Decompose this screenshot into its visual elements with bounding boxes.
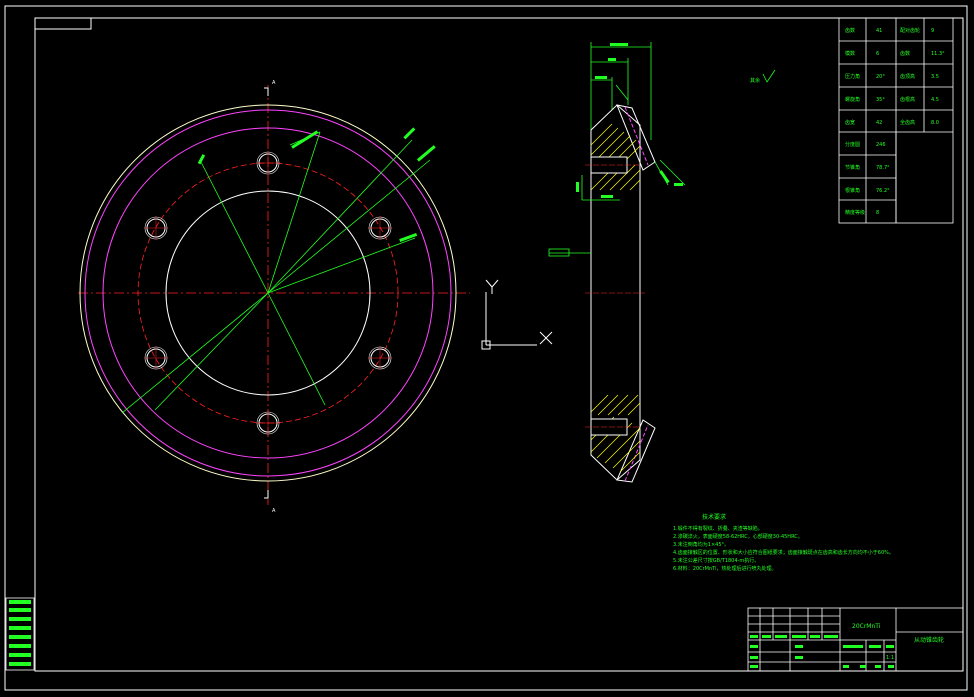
center-lines — [78, 85, 470, 505]
param-value: 35° — [876, 97, 885, 103]
param-value: 8 — [876, 210, 879, 216]
param-label: 分度圆 — [845, 141, 860, 148]
param-value: 20° — [876, 74, 885, 80]
param-label-2: 齿根高 — [900, 96, 915, 103]
table-labels-2: 配对齿轮 齿数 齿顶高 齿根高 全齿高 9 11.3° 3.5 4.5 8.0 — [900, 27, 945, 126]
surface-finish-mark: 其余 — [750, 69, 776, 84]
ucs-axis-icon — [481, 279, 553, 350]
param-label: 螺旋角 — [845, 96, 860, 103]
drawing-frame — [4, 5, 968, 691]
param-value-2: 11.3° — [931, 51, 945, 57]
param-value: 76.2° — [876, 188, 890, 194]
tech-req-line: 6.材料：20CrMnTi，热处理后进行喷丸处理。 — [673, 565, 776, 572]
part-name: 从动锥齿轮 — [914, 636, 944, 644]
param-label: 齿数 — [845, 27, 855, 34]
param-value-2: 4.5 — [931, 97, 939, 103]
param-label: 精度等级 — [845, 209, 865, 216]
top-dimensions — [590, 42, 652, 140]
tech-req-line: 3.未注倒角均为1×45°。 — [673, 541, 729, 548]
section-mark-bottom: A — [272, 508, 276, 514]
param-label: 压力角 — [845, 73, 860, 80]
left-label-strip — [5, 597, 35, 671]
param-value-2: 3.5 — [931, 74, 939, 80]
side-dimension-labels — [576, 170, 683, 198]
param-label: 节锥角 — [845, 164, 860, 171]
gear-parameter-table: 齿数 模数 压力角 螺旋角 齿宽 分度圆 节锥角 根锥角 精度等级 41 6 2… — [838, 17, 954, 224]
param-label-2: 齿顶高 — [900, 73, 915, 80]
tech-req-line: 2.渗碳淬火，表面硬度58-62HRC，心部硬度30-45HRC。 — [673, 533, 803, 540]
param-label-2: 全齿高 — [900, 119, 915, 126]
tech-req-line: 5.未注公差尺寸按GB/T1804-m执行。 — [673, 557, 759, 564]
param-value-2: 8.0 — [931, 120, 939, 126]
param-value: 6 — [876, 51, 879, 57]
table-values: 41 6 20° 35° 42 246 78.7° 76.2° 8 — [876, 28, 890, 216]
cad-drawing-canvas[interactable]: A A 其余 齿数 模数 压力角 螺旋角 齿宽 分度圆 节锥角 根锥角 精度等级… — [0, 0, 974, 697]
param-value-2: 9 — [931, 28, 934, 34]
param-label: 模数 — [845, 50, 855, 57]
param-value: 42 — [876, 120, 882, 126]
param-label-2: 齿数 — [900, 50, 910, 57]
param-value: 78.7° — [876, 165, 890, 171]
title-block: 20CrMnTi 从动锥齿轮 1:1 — [747, 607, 964, 672]
param-label: 根锥角 — [845, 187, 860, 194]
section-mark-top: A — [272, 80, 276, 86]
surface-mark-text: 其余 — [750, 77, 760, 84]
tech-req-line: 1.锻件不得有裂纹、折叠、夹渣等缺陷。 — [673, 525, 763, 532]
technical-requirements: 技术要求 1.锻件不得有裂纹、折叠、夹渣等缺陷。 2.渗碳淬火，表面硬度58-6… — [673, 513, 894, 572]
gear-front-view[interactable]: A A — [78, 80, 470, 514]
param-value: 246 — [876, 142, 886, 148]
param-label: 齿宽 — [845, 119, 855, 126]
param-label-2: 配对齿轮 — [900, 27, 920, 34]
top-dimension-labels — [595, 43, 628, 79]
table-labels: 齿数 模数 压力角 螺旋角 齿宽 分度圆 节锥角 根锥角 精度等级 — [845, 27, 865, 216]
param-value: 41 — [876, 28, 882, 34]
section-center-lines — [585, 164, 645, 428]
gear-section-view[interactable]: 其余 — [548, 42, 776, 483]
scale-label: 1:1 — [886, 655, 894, 661]
tech-req-line: 4.齿面接触区的位置、形状和大小应符合图纸要求；齿面接触斑点在齿高和齿长方向均不… — [673, 549, 894, 556]
section-bolt-holes — [590, 156, 628, 436]
material-label: 20CrMnTi — [852, 623, 881, 630]
tech-req-heading: 技术要求 — [702, 513, 726, 521]
